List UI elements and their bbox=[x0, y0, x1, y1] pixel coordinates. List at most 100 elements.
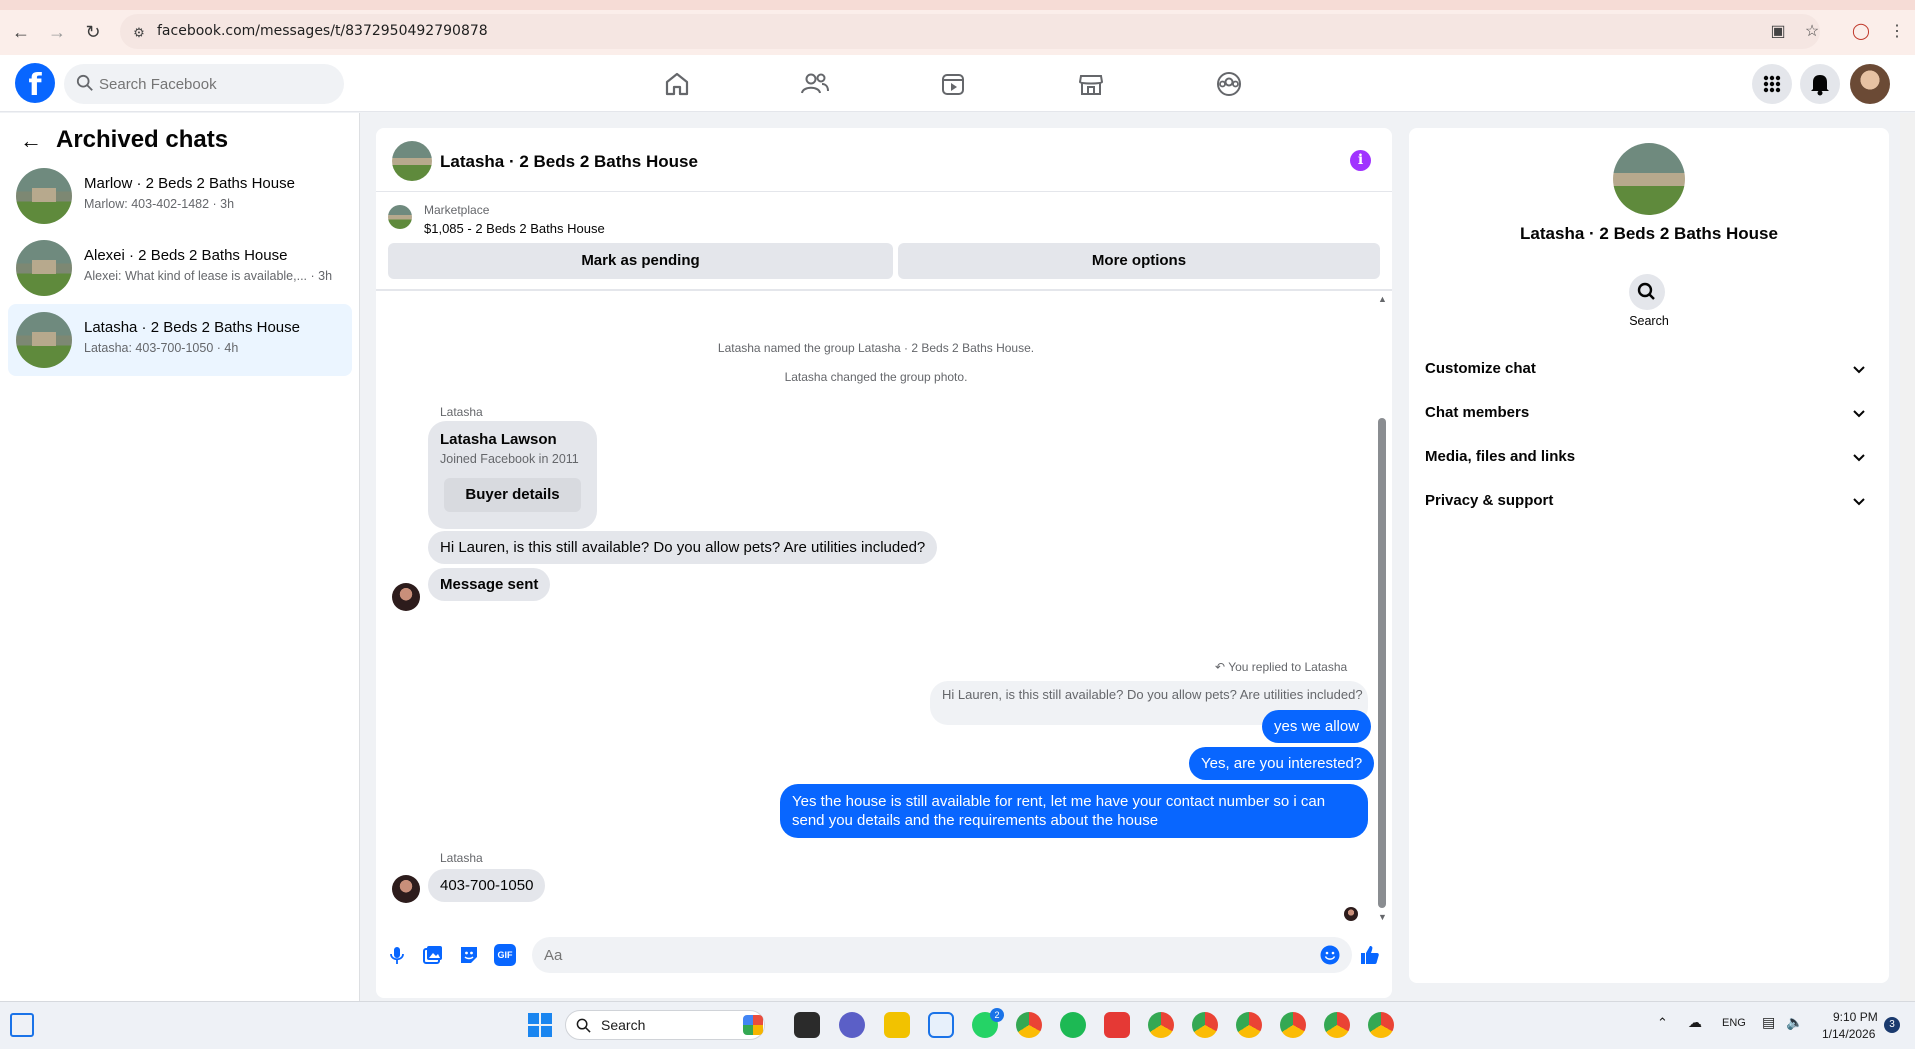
reload-icon[interactable]: ↻ bbox=[80, 19, 106, 45]
section-media-files-links[interactable]: Media, files and links bbox=[1425, 439, 1877, 475]
snipping-tool-icon[interactable] bbox=[928, 1012, 954, 1038]
menu-grid-button[interactable] bbox=[1752, 64, 1792, 104]
section-chat-members[interactable]: Chat members bbox=[1425, 395, 1877, 431]
chat-info-panel bbox=[1409, 128, 1889, 983]
more-options-button[interactable]: More options bbox=[898, 243, 1380, 279]
task-view-icon[interactable] bbox=[794, 1012, 820, 1038]
groups-icon[interactable] bbox=[1210, 66, 1248, 102]
language-indicator[interactable]: ENG bbox=[1722, 1017, 1746, 1029]
mark-as-pending-button[interactable]: Mark as pending bbox=[388, 243, 893, 279]
bell-icon bbox=[1811, 75, 1829, 96]
network-icon[interactable]: ▤ bbox=[1762, 1014, 1775, 1031]
chat-list-item-alexei[interactable]: Alexei · 2 Beds 2 Baths House Alexei: Wh… bbox=[8, 232, 352, 304]
outgoing-message[interactable]: Yes the house is still available for ren… bbox=[780, 784, 1368, 838]
friends-icon[interactable] bbox=[796, 66, 834, 102]
sticky-notes-icon[interactable] bbox=[884, 1012, 910, 1038]
section-privacy-support[interactable]: Privacy & support bbox=[1425, 483, 1877, 519]
section-label: Customize chat bbox=[1425, 360, 1536, 377]
chrome-profile-icon[interactable] bbox=[1368, 1012, 1394, 1038]
scroll-down-icon[interactable]: ▼ bbox=[1378, 912, 1387, 922]
read-receipt-avatar bbox=[1344, 907, 1358, 921]
system-message: Latasha named the group Latasha · 2 Beds… bbox=[717, 341, 1035, 355]
profile-avatar[interactable] bbox=[1850, 64, 1890, 104]
microphone-icon[interactable] bbox=[386, 944, 408, 966]
chat-search-button[interactable] bbox=[1629, 274, 1665, 310]
section-label: Privacy & support bbox=[1425, 492, 1554, 509]
listing-thumbnail[interactable] bbox=[388, 205, 412, 229]
conversation-avatar[interactable] bbox=[392, 141, 432, 181]
url-text[interactable]: facebook.com/messages/t/8372950492790878 bbox=[157, 23, 488, 39]
chat-info-avatar[interactable] bbox=[1613, 143, 1685, 215]
chat-info-title: Latasha · 2 Beds 2 Baths House bbox=[1520, 224, 1778, 243]
video-icon[interactable] bbox=[934, 66, 972, 102]
chevron-down-icon bbox=[1853, 498, 1865, 506]
chrome-profile-icon[interactable]: ◯ bbox=[1850, 21, 1872, 43]
search-icon bbox=[576, 1018, 591, 1033]
marketplace-icon[interactable] bbox=[1072, 66, 1110, 102]
chat-thumbnail bbox=[16, 312, 72, 368]
search-icon bbox=[1637, 282, 1655, 300]
clock-time[interactable]: 9:10 PM bbox=[1833, 1010, 1878, 1024]
chrome-profile-icon[interactable] bbox=[1192, 1012, 1218, 1038]
windows-start-icon[interactable] bbox=[527, 1012, 553, 1038]
thumbs-up-icon[interactable] bbox=[1359, 944, 1381, 966]
photo-icon[interactable] bbox=[422, 944, 444, 966]
gif-icon[interactable]: GIF bbox=[494, 944, 516, 966]
bookmark-star-icon[interactable]: ☆ bbox=[1801, 21, 1823, 43]
home-icon[interactable] bbox=[658, 66, 696, 102]
teams-chat-icon[interactable] bbox=[839, 1012, 865, 1038]
emoji-icon[interactable] bbox=[1319, 944, 1341, 966]
install-app-icon[interactable]: ▣ bbox=[1767, 21, 1789, 43]
site-info-icon[interactable]: ⚙ bbox=[128, 22, 150, 44]
chat-name: Marlow · 2 Beds 2 Baths House bbox=[84, 175, 295, 192]
facebook-search-input[interactable] bbox=[99, 64, 329, 104]
chrome-icon[interactable] bbox=[1016, 1012, 1042, 1038]
back-icon[interactable]: ← bbox=[8, 19, 34, 45]
facebook-logo-icon[interactable]: f bbox=[15, 63, 55, 103]
chevron-up-icon[interactable]: ⌃ bbox=[1657, 1015, 1668, 1031]
chrome-profile-icon[interactable] bbox=[1280, 1012, 1306, 1038]
outgoing-message[interactable]: yes we allow bbox=[1262, 710, 1372, 743]
chrome-profile-icon[interactable] bbox=[1324, 1012, 1350, 1038]
notifications-button[interactable] bbox=[1800, 64, 1840, 104]
chevron-down-icon bbox=[1853, 454, 1865, 462]
page-scrollbar[interactable] bbox=[1900, 113, 1915, 1001]
volume-icon[interactable]: 🔈 bbox=[1786, 1014, 1803, 1031]
chrome-menu-icon[interactable]: ⋮ bbox=[1886, 21, 1908, 43]
info-icon[interactable]: i bbox=[1350, 150, 1371, 171]
windows-taskbar bbox=[0, 1001, 1915, 1049]
widgets-icon[interactable] bbox=[10, 1013, 34, 1037]
taskbar-search[interactable]: Search bbox=[565, 1010, 765, 1040]
reply-note: You replied to Latasha bbox=[1228, 660, 1348, 674]
listing-title[interactable]: $1,085 - 2 Beds 2 Baths House bbox=[424, 221, 605, 236]
whatsapp-badge: 2 bbox=[990, 1008, 1004, 1022]
youtube-icon[interactable] bbox=[1104, 1012, 1130, 1038]
sticker-icon[interactable] bbox=[458, 944, 480, 966]
scrollbar-thumb[interactable] bbox=[1378, 418, 1386, 908]
chrome-profile-icon[interactable] bbox=[1236, 1012, 1262, 1038]
sender-avatar[interactable] bbox=[392, 875, 420, 903]
chat-thumbnail bbox=[16, 240, 72, 296]
message-input[interactable] bbox=[532, 937, 1352, 973]
spotify-icon[interactable] bbox=[1060, 1012, 1086, 1038]
sender-avatar[interactable] bbox=[392, 583, 420, 611]
notification-count-badge[interactable]: 3 bbox=[1884, 1017, 1900, 1033]
incoming-message[interactable]: Message sent bbox=[428, 568, 551, 601]
scroll-up-icon[interactable]: ▲ bbox=[1378, 294, 1387, 304]
chrome-profile-icon[interactable] bbox=[1148, 1012, 1174, 1038]
incoming-message[interactable]: 403-700-1050 bbox=[428, 869, 546, 902]
back-arrow-icon[interactable]: ← bbox=[20, 130, 44, 154]
clock-date[interactable]: 1/14/2026 bbox=[1822, 1027, 1875, 1041]
conversation-title[interactable]: Latasha · 2 Beds 2 Baths House bbox=[440, 152, 698, 172]
chat-list-item-latasha[interactable]: Latasha · 2 Beds 2 Baths House Latasha: … bbox=[8, 304, 352, 376]
system-message: Latasha changed the group photo. bbox=[784, 370, 968, 384]
buyer-details-button[interactable]: Buyer details bbox=[444, 478, 581, 512]
outgoing-message[interactable]: Yes, are you interested? bbox=[1189, 747, 1375, 780]
chat-list-item-marlow[interactable]: Marlow · 2 Beds 2 Baths House Marlow: 40… bbox=[8, 160, 352, 232]
chat-preview: Marlow: 403-402-1482 · 3h bbox=[84, 197, 235, 211]
cloud-off-icon[interactable]: ☁ bbox=[1688, 1014, 1702, 1031]
chat-search-label: Search bbox=[1629, 314, 1669, 328]
section-customize-chat[interactable]: Customize chat bbox=[1425, 351, 1877, 387]
forward-icon[interactable]: → bbox=[44, 19, 70, 45]
incoming-message[interactable]: Hi Lauren, is this still available? Do y… bbox=[428, 531, 938, 564]
